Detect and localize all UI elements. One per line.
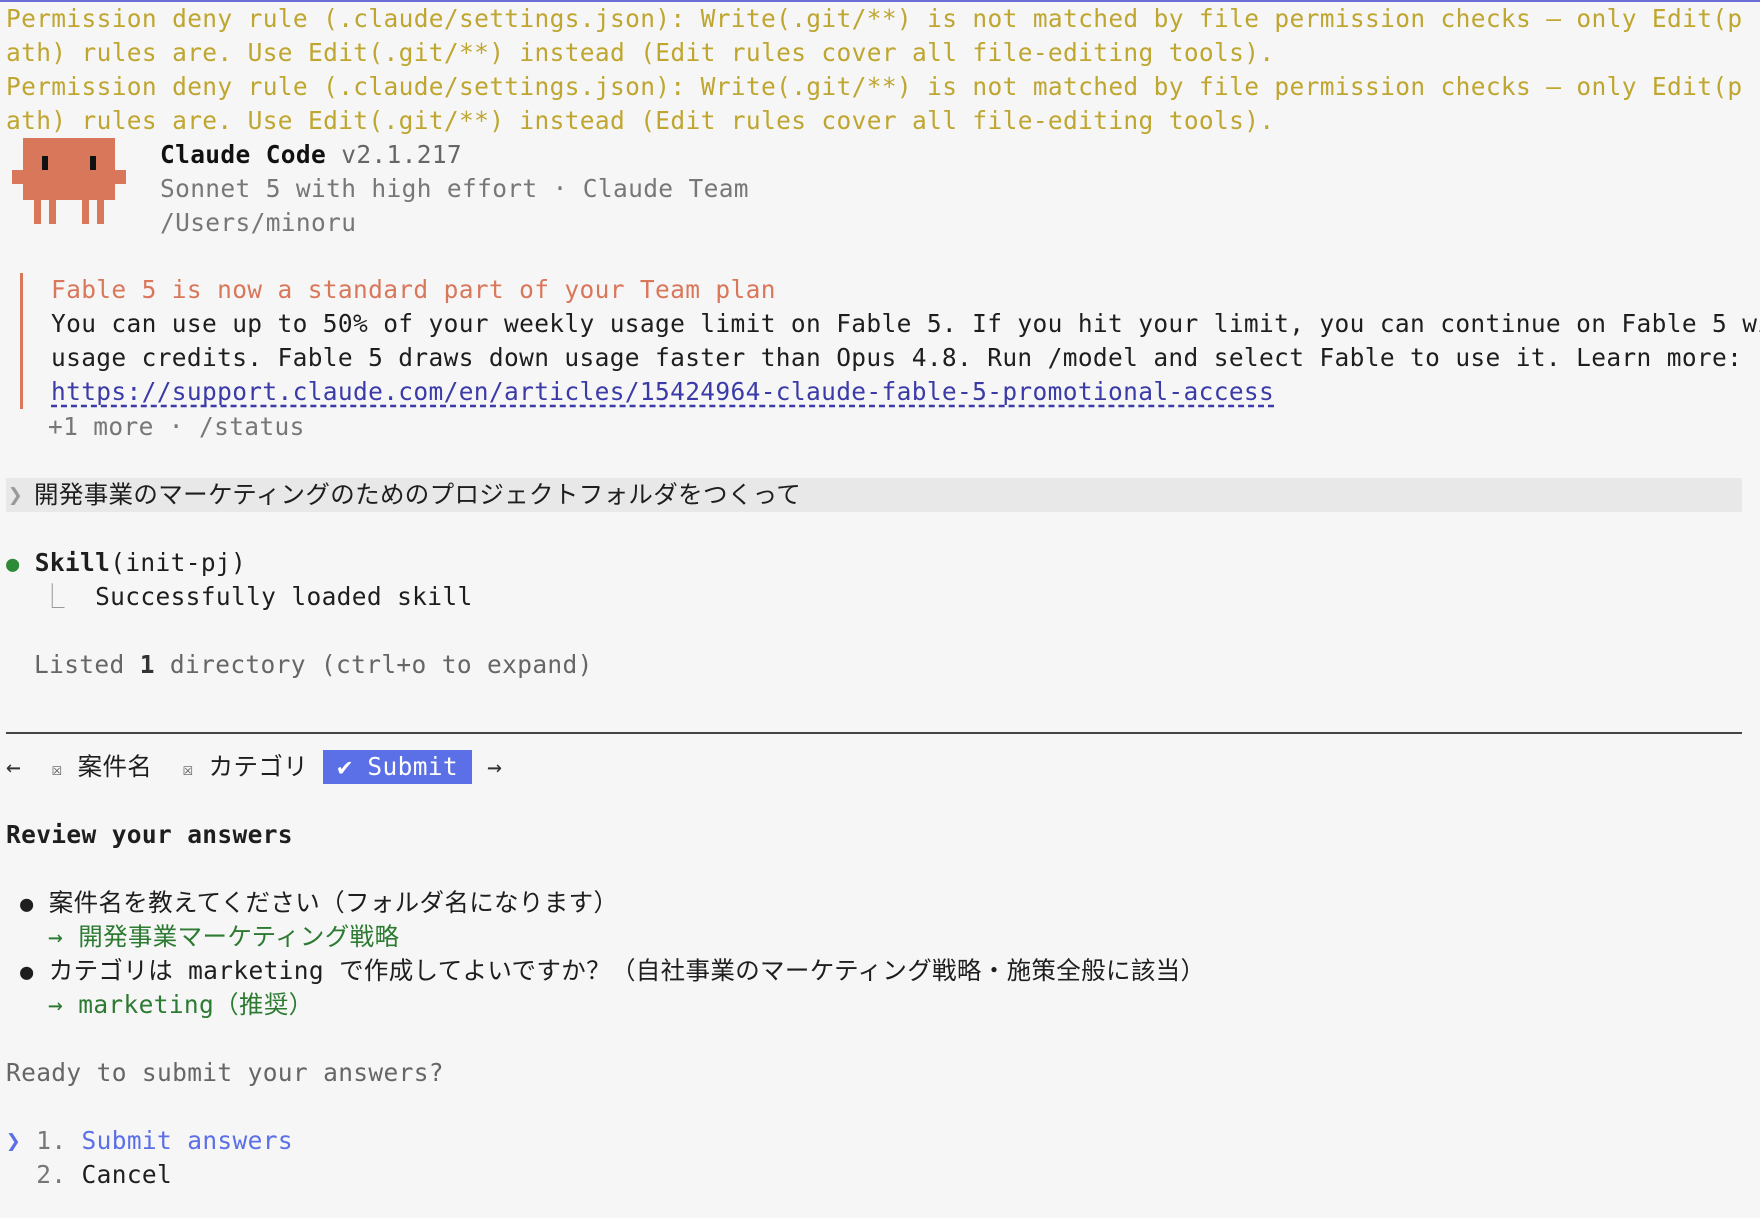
option-submit-answers[interactable]: ❯ 1. Submit answers xyxy=(6,1124,293,1158)
plan-notice: Fable 5 is now a standard part of your T… xyxy=(20,273,1760,409)
chevron-right-icon: ❯ xyxy=(8,480,24,509)
listed-directory[interactable]: Listed 1 directory (ctrl+o to expand) xyxy=(34,648,593,682)
question-tabs: ← ☒ 案件名 ☒ カテゴリ ✔ Submit → xyxy=(6,750,502,784)
user-prompt-text: 開発事業のマーケティングのためのプロジェクトフォルダをつくって xyxy=(34,480,802,509)
review-answer: → marketing（推奨） xyxy=(48,988,314,1022)
tab-submit[interactable]: ✔ Submit xyxy=(323,750,472,784)
bullet-icon: ● xyxy=(20,892,34,917)
user-prompt: ❯ 開発事業のマーケティングのためのプロジェクトフォルダをつくって xyxy=(6,478,1742,512)
permission-warning: Permission deny rule (.claude/settings.j… xyxy=(6,72,1743,135)
app-name: Claude Code xyxy=(160,140,327,169)
question-text: カテゴリは marketing で作成してよいですか？（自社事業のマーケティング… xyxy=(48,956,1206,985)
divider xyxy=(6,732,1742,734)
arrow-right-icon: → xyxy=(48,922,64,951)
tab-category[interactable]: ☒ カテゴリ xyxy=(182,750,308,787)
listed-prefix: Listed xyxy=(34,650,140,679)
more-notices: +1 more · /status xyxy=(48,412,305,441)
review-answer: → 開発事業マーケティング戦略 xyxy=(48,920,399,954)
tab-label: 案件名 xyxy=(77,752,153,781)
tab-label: カテゴリ xyxy=(208,752,309,781)
review-question: ● 案件名を教えてください（フォルダ名になります） xyxy=(20,886,618,922)
tree-branch-icon: ⎿ xyxy=(40,582,65,611)
review-question: ● カテゴリは marketing で作成してよいですか？（自社事業のマーケティ… xyxy=(20,954,1205,990)
model-info: Sonnet 5 with high effort · Claude Team xyxy=(160,174,749,203)
listed-count: 1 xyxy=(139,650,155,679)
answer-text: marketing（推奨） xyxy=(78,990,314,1019)
option-number: 2. xyxy=(36,1160,67,1189)
review-title: Review your answers xyxy=(6,820,293,849)
arrow-right-icon: → xyxy=(48,990,64,1019)
claude-mascot-icon xyxy=(12,138,126,224)
selection-cursor-icon: ❯ xyxy=(6,1126,22,1155)
tool-call: ● Skill(init-pj) xyxy=(6,546,246,582)
notice-title: Fable 5 is now a standard part of your T… xyxy=(51,275,776,304)
app-title: Claude Code v2.1.217 xyxy=(160,138,462,172)
notice-body-line: You can use up to 50% of your weekly usa… xyxy=(51,309,1760,338)
option-number: 1. xyxy=(36,1126,67,1155)
checkbox-icon: ☒ xyxy=(182,759,194,780)
answer-text: 開発事業マーケティング戦略 xyxy=(78,922,400,951)
option-label: Submit answers xyxy=(81,1126,293,1155)
listed-suffix: directory (ctrl+o to expand) xyxy=(154,650,593,679)
question-text: 案件名を教えてください（フォルダ名になります） xyxy=(48,888,619,917)
tool-result: ⎿ Successfully loaded skill xyxy=(40,580,473,614)
working-directory: /Users/minoru xyxy=(160,208,357,237)
checkbox-icon: ☒ xyxy=(51,759,63,780)
option-cancel[interactable]: 2. Cancel xyxy=(6,1158,172,1192)
bullet-icon: ● xyxy=(20,960,34,985)
confirm-prompt: Ready to submit your answers? xyxy=(6,1058,444,1087)
tool-result-text: Successfully loaded skill xyxy=(95,582,473,611)
tool-name: Skill xyxy=(34,548,111,577)
option-label: Cancel xyxy=(81,1160,173,1189)
app-version: v2.1.217 xyxy=(341,140,463,169)
tab-project-name[interactable]: ☒ 案件名 xyxy=(51,750,152,787)
arrow-right-icon[interactable]: → xyxy=(487,752,502,781)
learn-more-link[interactable]: https://support.claude.com/en/articles/1… xyxy=(51,375,1721,409)
notice-body-line: usage credits. Fable 5 draws down usage … xyxy=(51,343,1743,372)
permission-warning: Permission deny rule (.claude/settings.j… xyxy=(6,4,1743,67)
tool-args: (init-pj) xyxy=(110,548,247,577)
status-dot-icon: ● xyxy=(6,552,20,577)
arrow-left-icon[interactable]: ← xyxy=(6,752,21,781)
